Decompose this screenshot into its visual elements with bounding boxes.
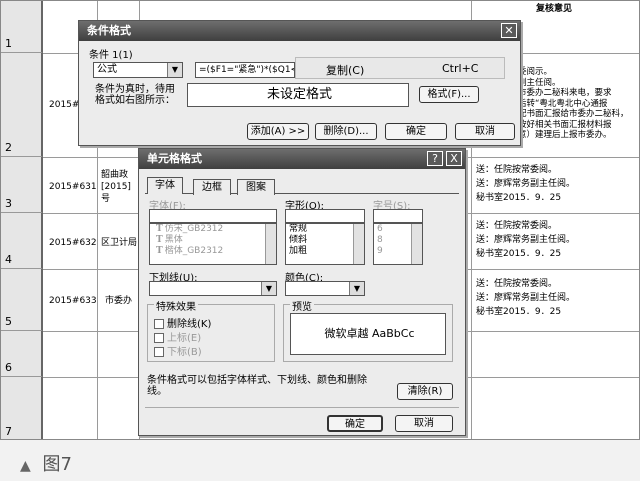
superscript-checkbox[interactable]: 上标(E) [154, 329, 201, 344]
doc-id: 2015#632 [49, 238, 97, 248]
size-list[interactable]: 6 8 9 [373, 223, 423, 265]
doc-source: 市委办 [105, 296, 133, 306]
tab-pattern[interactable]: 图案 [237, 179, 275, 195]
row-header-3[interactable]: 3 [1, 157, 43, 213]
effects-label: 特殊效果 [154, 298, 198, 313]
row-header-4[interactable]: 4 [1, 213, 43, 269]
help-note: 条件格式可以包括字体样式、下划线、颜色和删除 线。 [147, 375, 367, 397]
preview-label: 预览 [290, 298, 314, 313]
style-input[interactable] [285, 209, 365, 223]
conditional-format-dialog: 条件格式 ✕ 条件 1(1) 公式 ▼ =($F1="紧急")*($Q1< 复制(… [78, 20, 521, 146]
subscript-checkbox[interactable]: 下标(B) [154, 343, 202, 358]
list-item: T 黑体 [156, 235, 183, 245]
condition-label: 条件 1(1) [89, 50, 133, 61]
chevron-down-icon: ▼ [167, 63, 182, 77]
underline-select[interactable]: ▼ [149, 281, 277, 296]
review-text: 送：任院按常委阅。 送：廖辉常务副主任阅。 秘书室2015．9．25 [476, 221, 576, 259]
doc-source: 区卫计局 [101, 238, 138, 248]
font-list[interactable]: T 仿宋_GB2312 T 黑体 T 楷体_GB2312 [149, 223, 277, 265]
truetype-icon: T [156, 235, 163, 245]
formula-input[interactable]: =($F1="紧急")*($Q1< [195, 62, 295, 78]
row-header-7[interactable]: 7 [1, 377, 43, 439]
review-text: 送：任院按常委阅。 送：廖辉常务副主任阅。 秘书室2015．9．25 [476, 279, 576, 317]
style-list[interactable]: 常规 倾斜 加粗 [285, 223, 365, 265]
strikethrough-checkbox[interactable]: 删除线(K) [154, 315, 211, 330]
color-select[interactable]: ▼ [285, 281, 365, 296]
ok-button[interactable]: 确定 [385, 123, 447, 140]
preview-group: 预览 微软卓越 AaBbCc [283, 298, 453, 362]
scrollbar[interactable] [411, 224, 422, 264]
truetype-icon: T [156, 224, 163, 234]
context-menu: 复制(C) Ctrl+C [295, 57, 505, 79]
cancel-button[interactable]: 取消 [455, 123, 515, 140]
scrollbar[interactable] [353, 224, 364, 264]
tab-border[interactable]: 边框 [193, 179, 231, 195]
column-header-review: 复核意见 [536, 4, 573, 14]
font-input[interactable] [149, 209, 277, 223]
ok-button[interactable]: 确定 [327, 415, 383, 432]
clear-button[interactable]: 清除(R) [397, 383, 453, 400]
copy-shortcut: Ctrl+C [442, 62, 479, 75]
chevron-down-icon: ▼ [261, 282, 276, 295]
row-header-2[interactable]: 2 [1, 53, 43, 157]
help-icon[interactable]: ? [427, 151, 443, 166]
chevron-down-icon: ▼ [349, 282, 364, 295]
cell-format-dialog: 单元格格式 ? X 字体 边框 图案 字体(F): 字形(O): 字号(S): … [138, 148, 466, 436]
close-icon[interactable]: ✕ [501, 23, 517, 38]
add-button[interactable]: 添加(A) >> [247, 123, 309, 140]
tab-font[interactable]: 字体 [147, 177, 183, 194]
preview-caption: 条件为真时，待用 格式如右图所示： [95, 84, 175, 106]
list-item: T 仿宋_GB2312 [156, 224, 224, 234]
format-preview: 未设定格式 [187, 83, 409, 107]
doc-id: 2015#633 [49, 296, 97, 306]
copy-menu-item[interactable]: 复制(C) [326, 62, 364, 78]
scrollbar[interactable] [265, 224, 276, 264]
effects-group: 特殊效果 删除线(K) 上标(E) 下标(B) [147, 298, 275, 362]
condition-type-select[interactable]: 公式 ▼ [93, 62, 183, 78]
list-item: T 楷体_GB2312 [156, 246, 224, 256]
doc-id: 2015# [49, 100, 80, 110]
font-preview: 微软卓越 AaBbCc [290, 313, 446, 355]
size-input[interactable] [373, 209, 423, 223]
doc-source: 韶曲政 [2015] 号 [101, 170, 131, 204]
figure-caption: ▲ 图7 [20, 450, 72, 476]
dialog-title: 单元格格式 [139, 149, 465, 169]
row-header-5[interactable]: 5 [1, 269, 43, 331]
dialog-title: 条件格式 [79, 21, 520, 41]
triangle-marker: ▲ [20, 458, 31, 474]
format-button[interactable]: 格式(F)... [419, 86, 479, 103]
row-header-1[interactable]: 1 [1, 1, 43, 53]
caption-text: 图7 [42, 454, 72, 475]
review-text: 委阅示。 副主任阅。 市委办二秘科来电，要求 后转“粤北粤北中心通报 配书面汇报… [518, 67, 629, 140]
close-icon[interactable]: X [446, 151, 462, 166]
doc-id: 2015#631 [49, 182, 97, 192]
cancel-button[interactable]: 取消 [395, 415, 453, 432]
row-header-6[interactable]: 6 [1, 331, 43, 377]
review-text: 送：任院按常委阅。 送：廖辉常务副主任阅。 秘书室2015．9．25 [476, 165, 576, 203]
truetype-icon: T [156, 246, 163, 256]
delete-button[interactable]: 删除(D)... [315, 123, 377, 140]
